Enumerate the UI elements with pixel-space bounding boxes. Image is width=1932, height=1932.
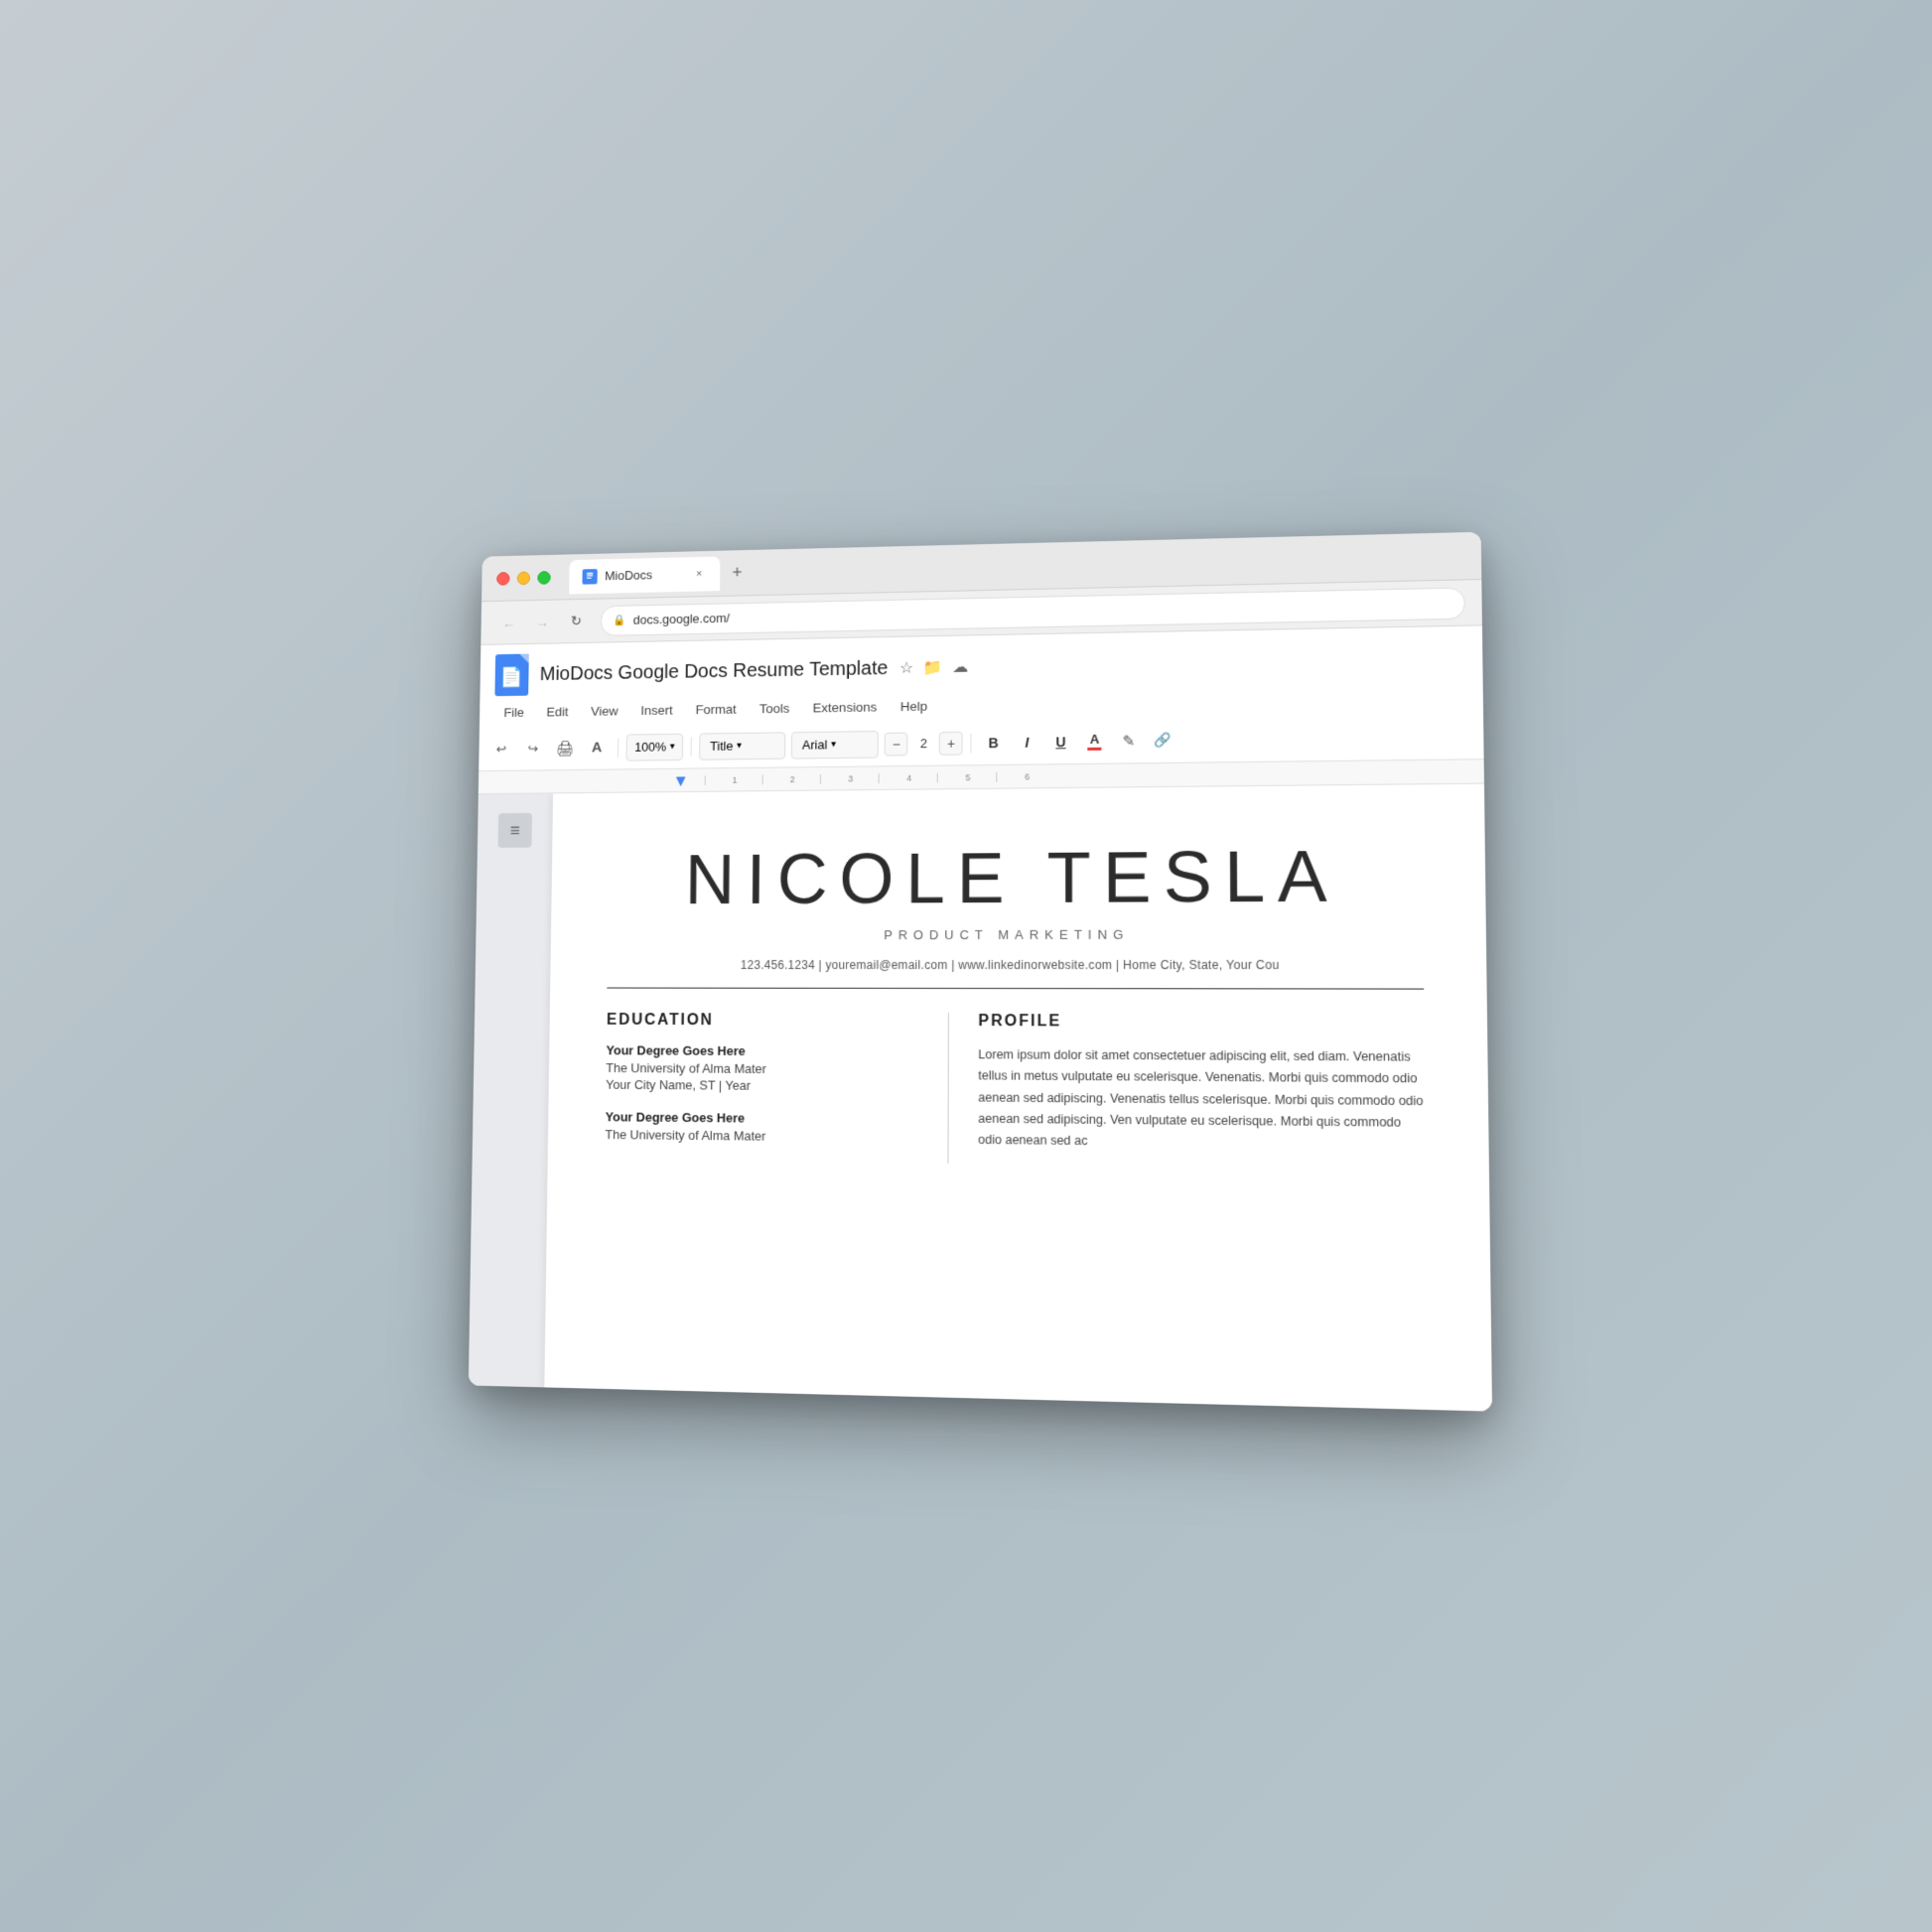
menu-file[interactable]: File (494, 701, 534, 724)
text-color-button[interactable]: A (1081, 727, 1109, 755)
resume-body: EDUCATION Your Degree Goes Here The Univ… (605, 1012, 1426, 1169)
font-selector[interactable]: Arial ▾ (791, 731, 879, 759)
docs-title-row: 📄 MioDocs Google Docs Resume Template ☆ … (494, 636, 1465, 696)
outline-icon[interactable]: ≡ (498, 813, 532, 848)
back-button[interactable]: ← (495, 609, 522, 635)
paint-format-button[interactable]: A (584, 734, 611, 760)
maximize-button[interactable] (537, 571, 550, 585)
edu-school-1: The University of Alma Mater (606, 1060, 917, 1077)
zoom-value: 100% (634, 740, 666, 755)
resume-right-column: PROFILE Lorem ipsum dolor sit amet conse… (948, 1013, 1426, 1169)
ruler-marks: 1 2 3 4 5 6 (705, 771, 1056, 785)
link-button[interactable]: 🔗 (1149, 726, 1176, 754)
toolbar-sep-3 (971, 733, 972, 753)
doc-title[interactable]: MioDocs Google Docs Resume Template (540, 657, 889, 685)
resume-divider (607, 988, 1424, 990)
docs-tab-icon (582, 569, 597, 585)
nav-buttons: ← → ↻ (495, 608, 589, 636)
doc-actions: ☆ 📁 ☁ (899, 657, 968, 678)
menu-tools[interactable]: Tools (750, 697, 799, 720)
docs-logo: 📄 (494, 654, 528, 697)
resume-job-title: PRODUCT MARKETING (608, 926, 1424, 943)
menu-insert[interactable]: Insert (631, 699, 683, 722)
doc-sidebar: ≡ (469, 793, 553, 1387)
style-chevron: ▾ (737, 741, 742, 752)
font-value: Arial (802, 738, 827, 753)
underline-button[interactable]: U (1046, 728, 1074, 756)
toolbar-sep-1 (618, 738, 619, 757)
edu-degree-2: Your Degree Goes Here (606, 1109, 918, 1127)
font-size-minus[interactable]: − (885, 732, 908, 756)
highlight-button[interactable]: ✎ (1115, 727, 1143, 755)
edu-item-1: Your Degree Goes Here The University of … (606, 1042, 918, 1094)
edu-degree-1: Your Degree Goes Here (606, 1042, 917, 1058)
redo-button[interactable]: ↪ (520, 735, 547, 761)
star-icon[interactable]: ☆ (899, 658, 913, 678)
menu-edit[interactable]: Edit (537, 701, 578, 724)
edu-item-2: Your Degree Goes Here The University of … (605, 1109, 917, 1145)
edu-school-2: The University of Alma Mater (605, 1127, 917, 1145)
edu-detail-1: Your City Name, ST | Year (606, 1077, 917, 1094)
zoom-selector[interactable]: 100% ▾ (626, 733, 684, 760)
folder-icon[interactable]: 📁 (923, 657, 943, 677)
close-button[interactable] (496, 572, 509, 586)
ruler-tab-marker (676, 776, 686, 786)
menu-format[interactable]: Format (686, 698, 747, 721)
resume-name: NICOLE TESLA (608, 835, 1423, 920)
refresh-button[interactable]: ↻ (563, 608, 590, 634)
cloud-icon[interactable]: ☁ (952, 657, 968, 677)
toolbar-sep-2 (691, 737, 692, 756)
lock-icon: 🔒 (613, 614, 625, 626)
font-chevron: ▾ (831, 739, 836, 750)
menu-help[interactable]: Help (891, 695, 937, 718)
print-button[interactable]: 🖨 (552, 735, 579, 761)
doc-page[interactable]: NICOLE TESLA PRODUCT MARKETING 123.456.1… (544, 784, 1492, 1412)
font-size-plus[interactable]: + (939, 731, 963, 755)
forward-button[interactable]: → (529, 609, 556, 635)
resume-left-column: EDUCATION Your Degree Goes Here The Univ… (605, 1012, 948, 1164)
bold-button[interactable]: B (980, 729, 1008, 757)
text-color-label: A (1090, 732, 1099, 747)
font-size-value[interactable]: 2 (910, 736, 938, 751)
profile-text: Lorem ipsum dolor sit amet consectetuer … (978, 1044, 1426, 1156)
resume-contact: 123.456.1234 | youremail@email.com | www… (608, 958, 1424, 972)
italic-button[interactable]: I (1014, 728, 1041, 756)
url-text: docs.google.com/ (633, 611, 730, 626)
tab-close-button[interactable]: × (691, 566, 706, 582)
doc-area: ≡ NICOLE TESLA PRODUCT MARKETING 123.456… (469, 784, 1492, 1412)
style-selector[interactable]: Title ▾ (699, 732, 785, 759)
education-heading: EDUCATION (607, 1012, 918, 1031)
browser-window: MioDocs × + ← → ↻ 🔒 docs.google.com/ 📄 M… (469, 532, 1492, 1412)
font-size-control: − 2 + (885, 731, 963, 756)
menu-extensions[interactable]: Extensions (803, 696, 887, 720)
traffic-lights (496, 571, 550, 586)
browser-tab-active[interactable]: MioDocs × (569, 556, 720, 594)
undo-button[interactable]: ↩ (488, 736, 515, 762)
menu-view[interactable]: View (582, 700, 628, 723)
style-value: Title (710, 739, 733, 754)
tab-title: MioDocs (605, 568, 652, 583)
docs-logo-icon: 📄 (500, 665, 524, 689)
zoom-chevron: ▾ (670, 742, 675, 753)
profile-heading: PROFILE (978, 1013, 1424, 1033)
minimize-button[interactable] (517, 571, 530, 585)
new-tab-button[interactable]: + (724, 559, 751, 587)
